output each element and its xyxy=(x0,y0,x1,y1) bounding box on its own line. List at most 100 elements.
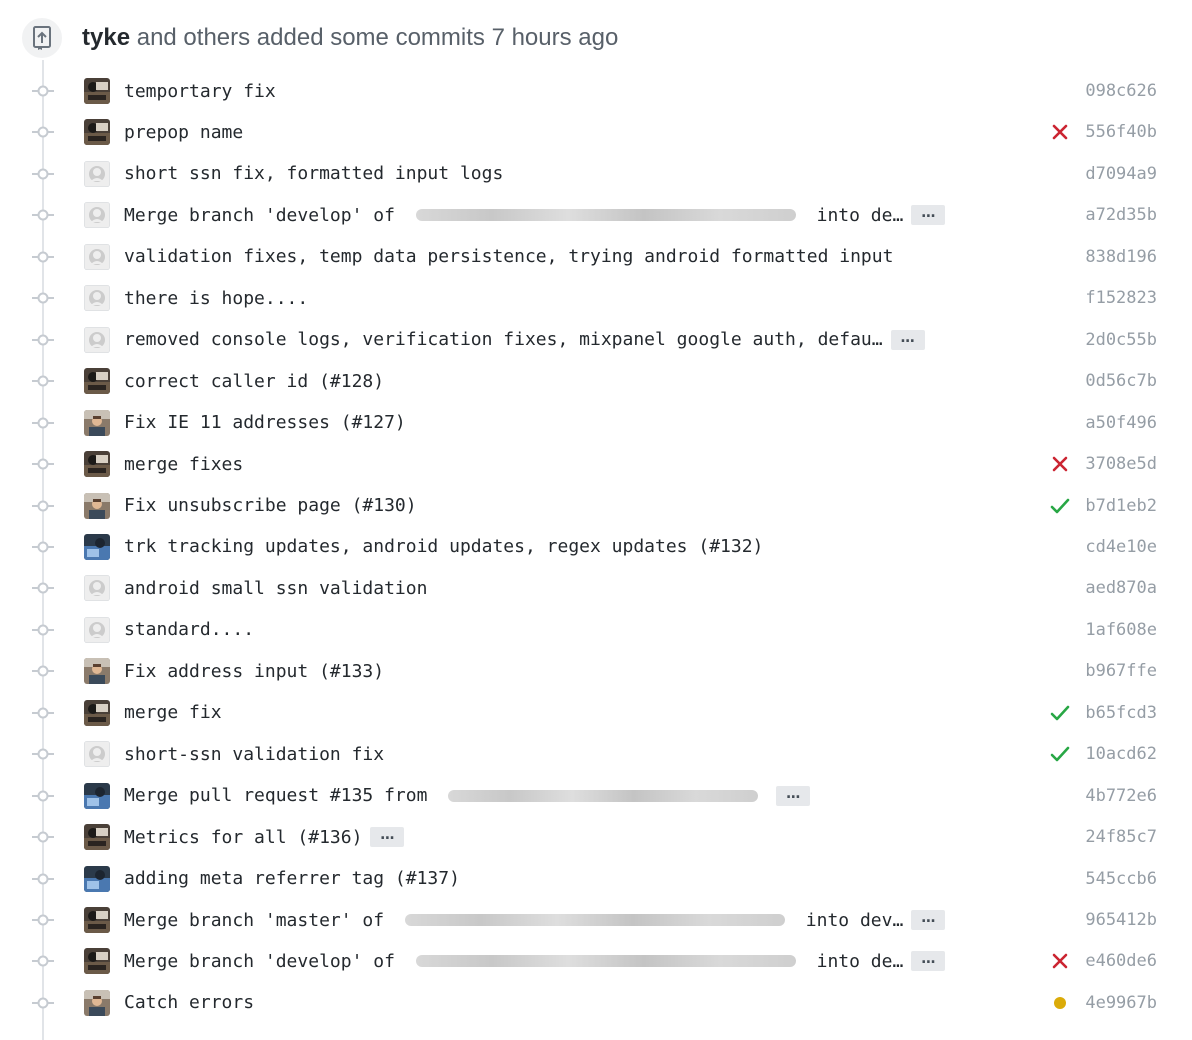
git-commit-icon xyxy=(32,953,54,969)
avatar[interactable] xyxy=(84,160,110,187)
check-icon[interactable] xyxy=(1050,704,1070,722)
commit-sha-link[interactable]: a72d35b xyxy=(1085,194,1157,236)
commit-message-link[interactable]: short-ssn validation fix xyxy=(124,744,384,765)
expand-message-button[interactable]: … xyxy=(890,329,925,350)
avatar[interactable] xyxy=(84,78,110,104)
commit-sha-link[interactable]: 2d0c55b xyxy=(1085,319,1157,361)
x-icon[interactable] xyxy=(1050,952,1070,970)
expand-message-button[interactable]: … xyxy=(776,785,811,806)
commit-sha-link[interactable]: 545ccb6 xyxy=(1085,858,1157,900)
avatar[interactable] xyxy=(84,409,110,436)
commit-message-link[interactable]: adding meta referrer tag (#137) xyxy=(124,868,460,889)
git-commit-icon xyxy=(32,746,54,762)
commit-message-link[interactable]: merge fixes xyxy=(124,454,243,475)
commit-sha-link[interactable]: a50f496 xyxy=(1085,402,1157,444)
commit-message-link[interactable]: Merge pull request #135 from xyxy=(124,785,438,806)
commit-message-link[interactable]: Metrics for all (#136) xyxy=(124,827,362,848)
commit-sha-link[interactable]: 098c626 xyxy=(1085,70,1157,112)
commit-message-link[interactable]: removed console logs, verification fixes… xyxy=(124,329,883,350)
commit-message-link[interactable]: validation fixes, temp data persistence,… xyxy=(124,246,893,267)
commit-message-link[interactable]: Fix IE 11 addresses (#127) xyxy=(124,412,406,433)
commit-message-link[interactable]: Fix address input (#133) xyxy=(124,661,384,682)
avatar[interactable] xyxy=(84,989,110,1016)
commit-sha-link[interactable]: 4b772e6 xyxy=(1085,775,1157,817)
check-icon[interactable] xyxy=(1050,745,1070,763)
dot-icon[interactable] xyxy=(1050,994,1070,1012)
avatar[interactable] xyxy=(84,699,110,726)
commit-message: Merge branch 'develop' of into de… … xyxy=(124,940,946,982)
avatar[interactable] xyxy=(84,202,110,229)
commit-sha-link[interactable]: b967ffe xyxy=(1085,650,1157,692)
x-icon[interactable] xyxy=(1050,455,1070,473)
commit-message: merge fixes xyxy=(124,443,243,485)
commit-message-link[interactable]: into de… xyxy=(806,205,904,226)
commit-message-link[interactable]: into dev… xyxy=(795,910,904,931)
commit-message-link[interactable]: standard.... xyxy=(124,619,254,640)
git-commit-icon xyxy=(32,539,54,555)
commit-message-link[interactable]: prepop name xyxy=(124,122,243,143)
commit-row: Merge branch 'master' of into dev… … 96541… xyxy=(0,899,1192,941)
commit-message-link[interactable]: into de… xyxy=(806,951,904,972)
commit-sha-link[interactable]: 10acd62 xyxy=(1085,733,1157,775)
commit-message: correct caller id (#128) xyxy=(124,360,384,402)
commit-sha-link[interactable]: 556f40b xyxy=(1085,111,1157,153)
commit-sha-link[interactable]: aed870a xyxy=(1085,567,1157,609)
avatar[interactable] xyxy=(84,948,110,975)
commit-sha-link[interactable]: e460de6 xyxy=(1085,940,1157,982)
avatar[interactable] xyxy=(84,616,110,643)
commit-message-link[interactable]: Merge branch 'master' of xyxy=(124,910,395,931)
x-icon[interactable] xyxy=(1050,123,1070,141)
avatar[interactable] xyxy=(84,741,110,768)
author-link[interactable]: tyke xyxy=(82,24,130,51)
commit-message-link[interactable]: trk tracking updates, android updates, r… xyxy=(124,536,763,557)
commit-row: correct caller id (#128) 0d56c7b xyxy=(0,360,1192,402)
git-commit-icon xyxy=(32,456,54,472)
commit-message: android small ssn validation xyxy=(124,567,427,609)
commit-sha-link[interactable]: 1af608e xyxy=(1085,609,1157,651)
avatar[interactable] xyxy=(84,533,110,560)
commit-sha-link[interactable]: cd4e10e xyxy=(1085,526,1157,568)
avatar[interactable] xyxy=(84,285,110,312)
commit-message-link[interactable]: correct caller id (#128) xyxy=(124,371,384,392)
commit-message-link[interactable]: merge fix xyxy=(124,702,222,723)
commit-sha-link[interactable]: d7094a9 xyxy=(1085,153,1157,195)
avatar[interactable] xyxy=(84,824,110,851)
commit-message-link[interactable]: Merge branch 'develop' of xyxy=(124,951,406,972)
commit-sha-link[interactable]: b65fcd3 xyxy=(1085,692,1157,734)
expand-message-button[interactable]: … xyxy=(911,205,946,226)
commit-message-link[interactable]: Catch errors xyxy=(124,992,254,1013)
avatar[interactable] xyxy=(84,368,110,395)
avatar[interactable] xyxy=(84,658,110,685)
commit-message-link[interactable]: short ssn fix, formatted input logs xyxy=(124,163,503,184)
expand-message-button[interactable]: … xyxy=(911,910,946,930)
avatar[interactable] xyxy=(84,575,110,602)
commit-sha-link[interactable]: 4e9967b xyxy=(1085,982,1157,1024)
commit-sha-link[interactable]: 3708e5d xyxy=(1085,443,1157,485)
commit-message-link[interactable]: Fix unsubscribe page (#130) xyxy=(124,495,417,516)
commit-message-link[interactable]: temportary fix xyxy=(124,81,276,102)
git-commit-icon xyxy=(32,705,54,721)
commit-sha-link[interactable]: f152823 xyxy=(1085,277,1157,319)
commit-message-link[interactable]: there is hope.... xyxy=(124,288,308,309)
commit-row: prepop name 556f40b xyxy=(0,111,1192,153)
avatar[interactable] xyxy=(84,907,110,933)
avatar[interactable] xyxy=(84,451,110,478)
commit-message-link[interactable]: android small ssn validation xyxy=(124,578,427,599)
avatar[interactable] xyxy=(84,326,110,353)
avatar[interactable] xyxy=(84,492,110,519)
commit-sha-link[interactable]: b7d1eb2 xyxy=(1085,485,1157,527)
commit-row: Merge branch 'develop' of into de… … a72d3… xyxy=(0,194,1192,236)
commit-message-link[interactable]: Merge branch 'develop' of xyxy=(124,205,406,226)
check-icon[interactable] xyxy=(1050,497,1070,515)
avatar[interactable] xyxy=(84,119,110,146)
avatar[interactable] xyxy=(84,782,110,809)
commit-sha-link[interactable]: 965412b xyxy=(1085,899,1157,941)
expand-message-button[interactable]: … xyxy=(911,951,946,972)
expand-message-button[interactable]: … xyxy=(370,827,405,848)
avatar[interactable] xyxy=(84,865,110,892)
commit-row: Catch errors 4e9967b xyxy=(0,982,1192,1024)
avatar[interactable] xyxy=(84,243,110,270)
commit-sha-link[interactable]: 0d56c7b xyxy=(1085,360,1157,402)
commit-sha-link[interactable]: 24f85c7 xyxy=(1085,816,1157,858)
commit-sha-link[interactable]: 838d196 xyxy=(1085,236,1157,278)
